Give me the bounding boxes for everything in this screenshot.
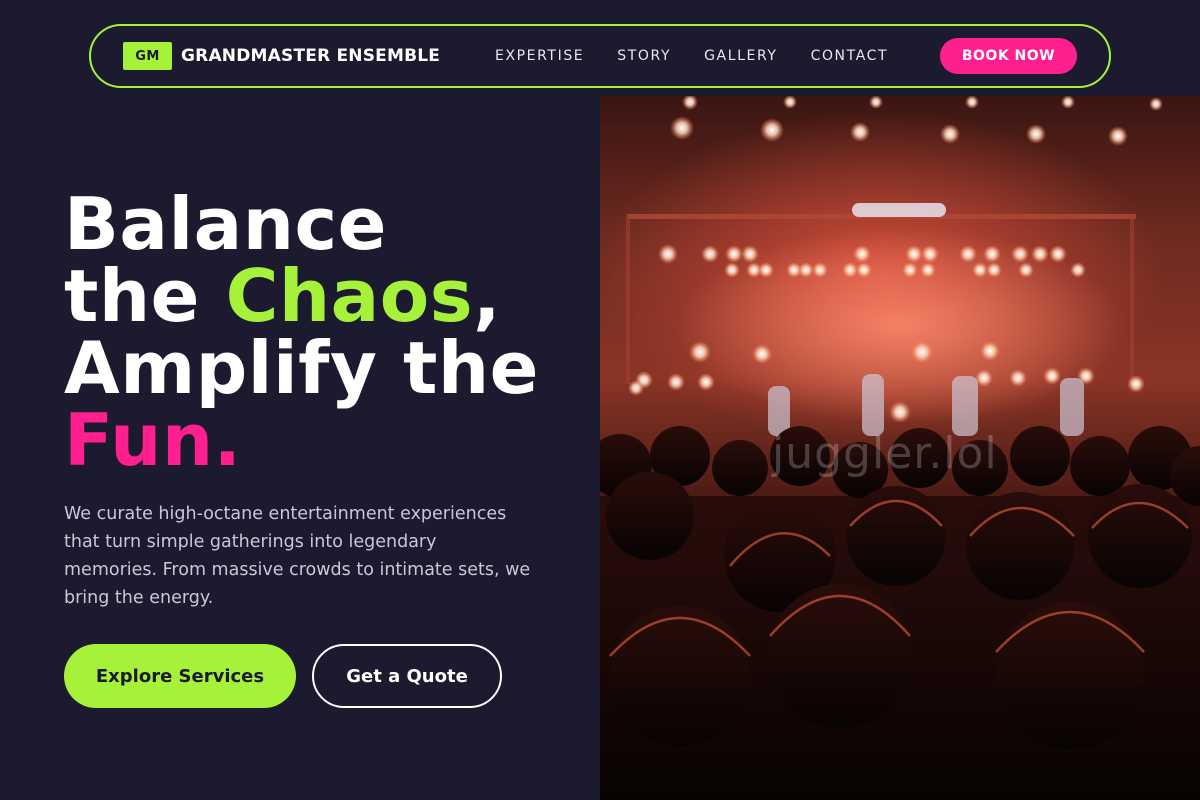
brand-name[interactable]: GRANDMASTER ENSEMBLE [181, 46, 440, 66]
hero-title-line-1: Balance [64, 182, 387, 266]
nav-link-gallery[interactable]: GALLERY [704, 48, 777, 64]
stage-truss-right [1130, 214, 1134, 384]
get-quote-button[interactable]: Get a Quote [312, 644, 502, 708]
nav-link-story[interactable]: STORY [617, 48, 671, 64]
top-lights [670, 96, 1163, 146]
nav-links: EXPERTISE STORY GALLERY CONTACT [495, 26, 888, 86]
photo-watermark: juggler.lol [772, 428, 998, 479]
hero-title-line-2: the Chaos, [64, 260, 539, 332]
hero-title-accent-fun: Fun. [64, 398, 242, 482]
brand-logo[interactable]: GM [123, 42, 172, 70]
concert-crowd-photo: juggler.lol [600, 96, 1200, 800]
crowd-silhouettes [600, 426, 1200, 800]
nav-link-expertise[interactable]: EXPERTISE [495, 48, 584, 64]
nav-link-contact[interactable]: CONTACT [811, 48, 889, 64]
landing-page: GM GRANDMASTER ENSEMBLE EXPERTISE STORY … [0, 0, 1200, 800]
top-nav: GM GRANDMASTER ENSEMBLE EXPERTISE STORY … [89, 24, 1111, 88]
book-now-button[interactable]: BOOK NOW [940, 38, 1077, 74]
stage-truss-left [626, 214, 630, 384]
hero-description: We curate high-octane entertainment expe… [64, 504, 531, 608]
stage-sign [852, 203, 946, 217]
explore-services-button[interactable]: Explore Services [64, 644, 296, 708]
brand[interactable]: GM GRANDMASTER ENSEMBLE [123, 42, 440, 70]
hero-title-line-3: Amplify the [64, 326, 539, 410]
hero-title: Balance the Chaos, Amplify the Fun. [64, 188, 539, 476]
